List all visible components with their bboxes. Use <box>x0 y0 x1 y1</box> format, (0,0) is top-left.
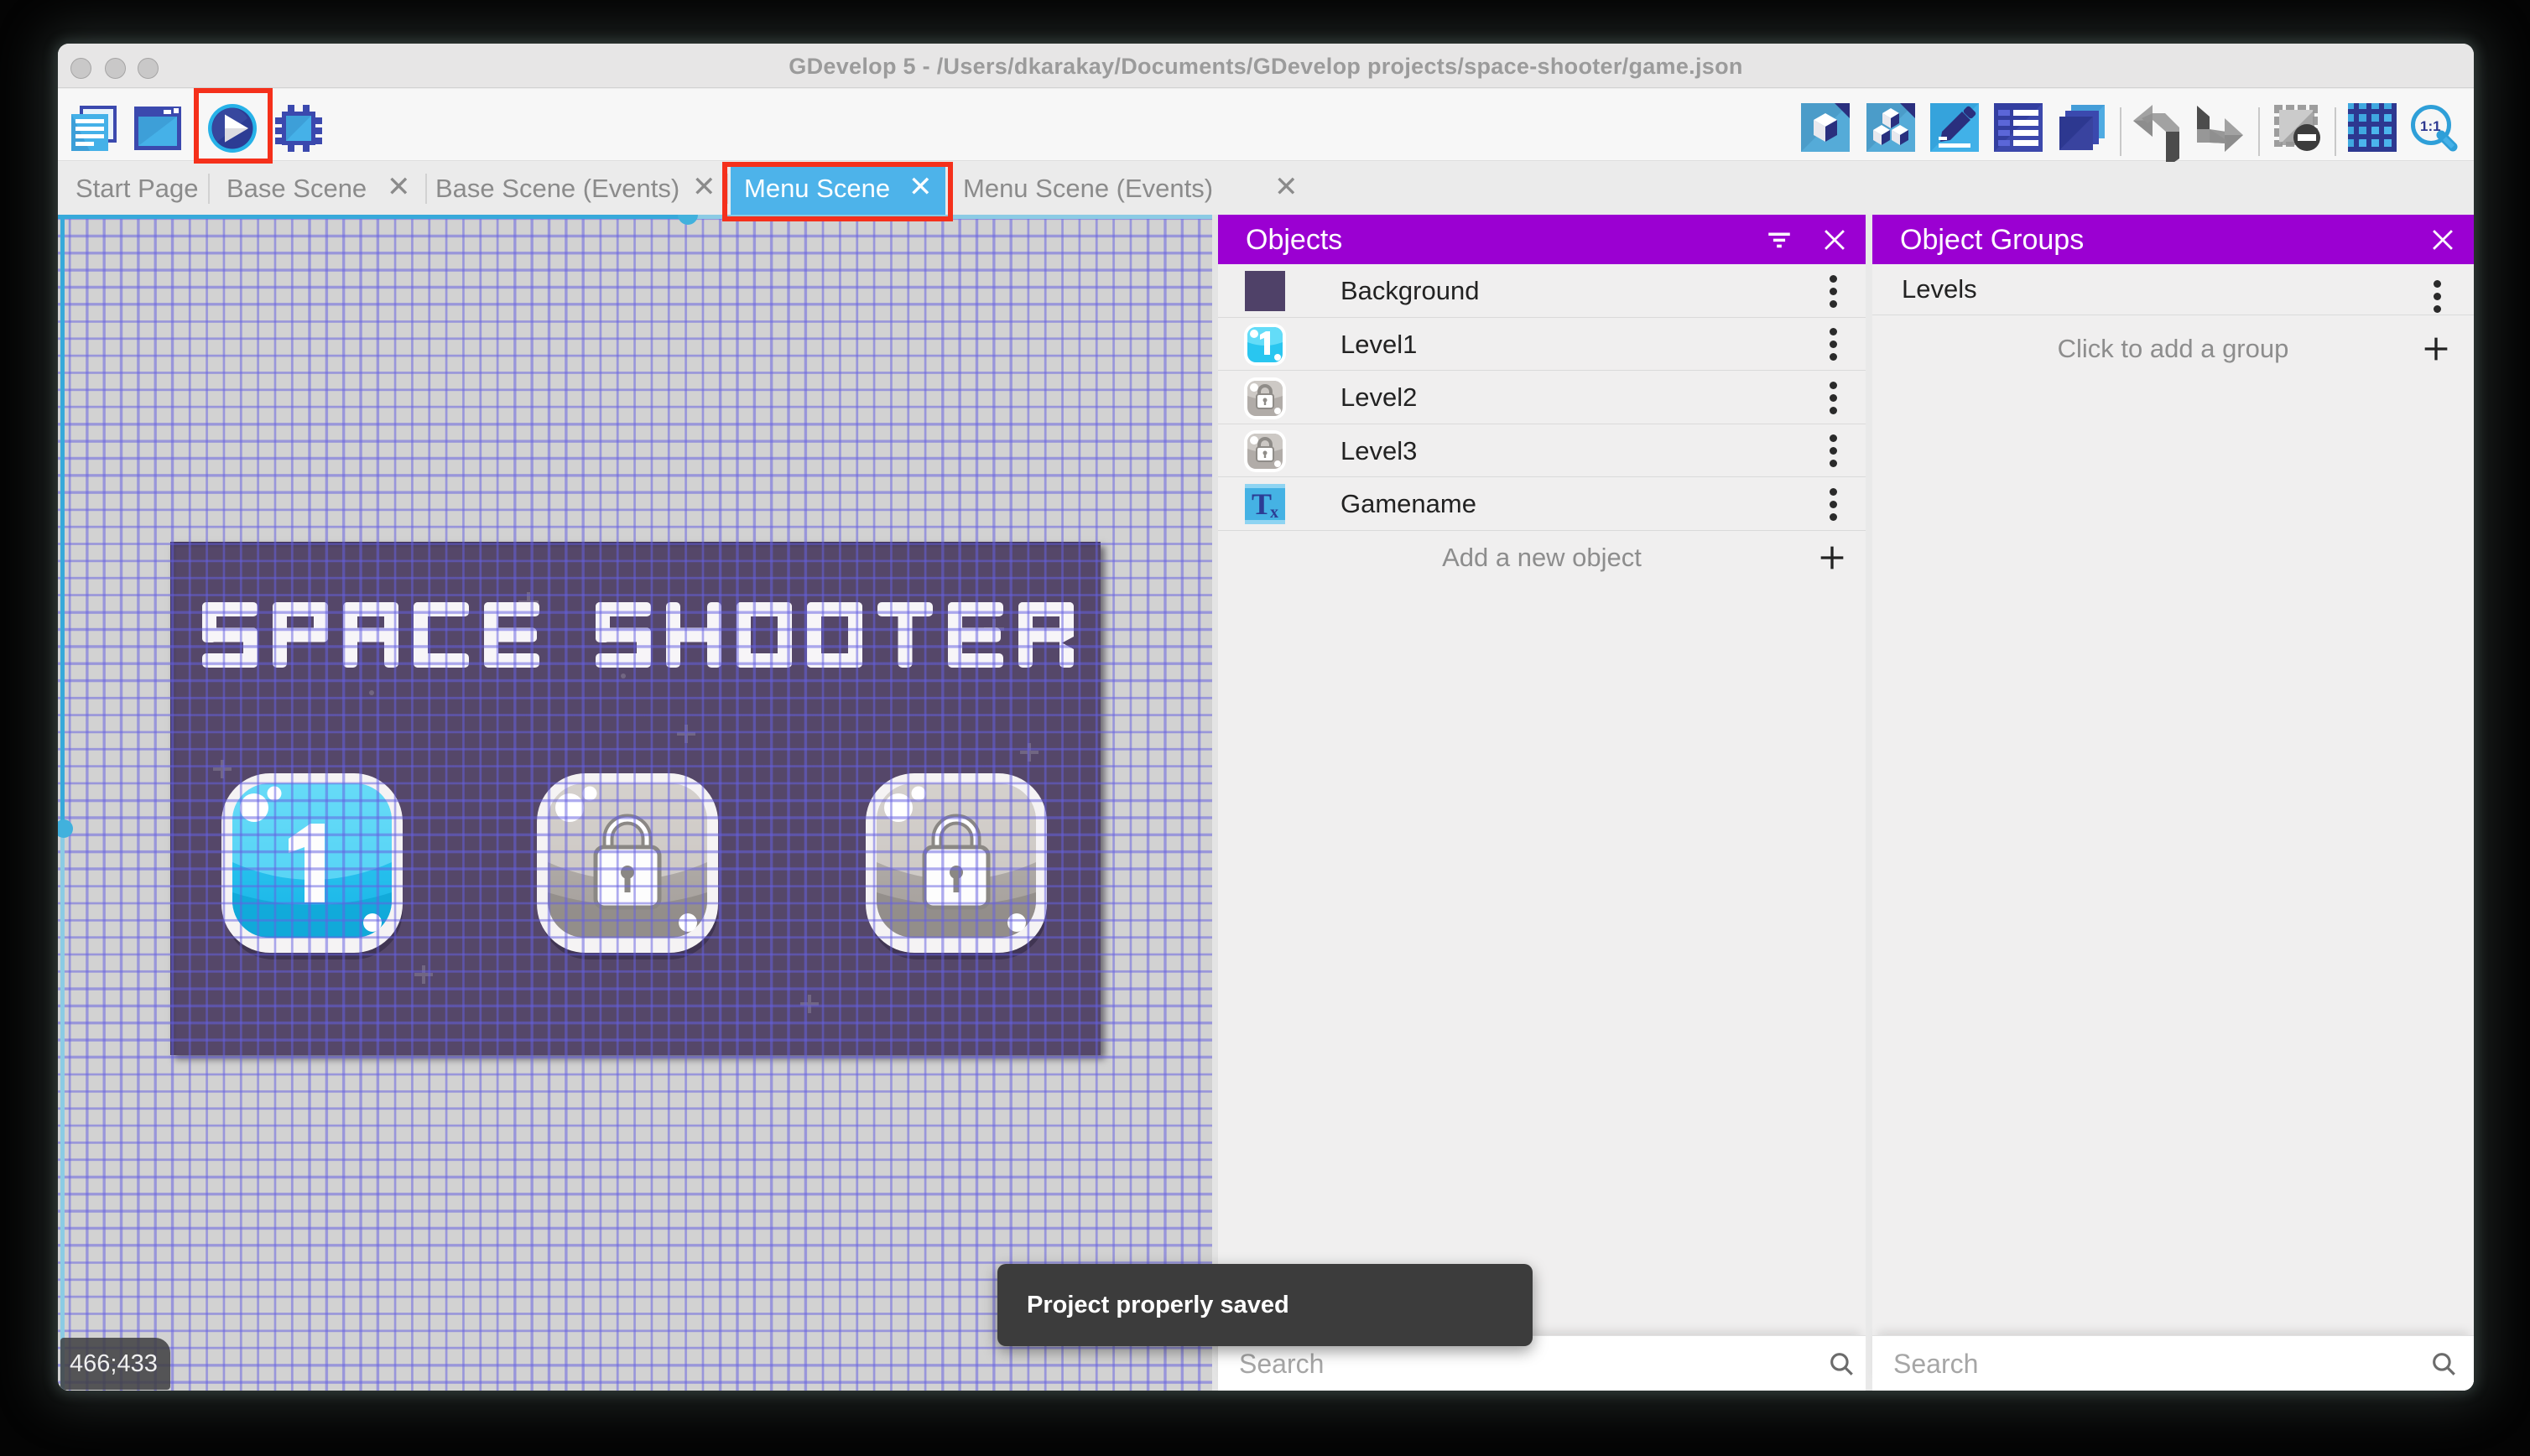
svg-text:x: x <box>1270 503 1278 522</box>
svg-text:1:1: 1:1 <box>2420 118 2441 134</box>
svg-text:T: T <box>1252 487 1272 521</box>
